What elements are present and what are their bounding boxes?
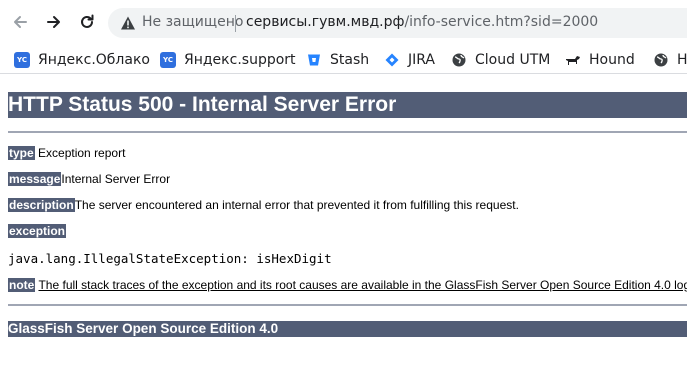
page-title: HTTP Status 500 - Internal Server Error [8,92,687,118]
type-label: type [8,146,35,160]
yandex-cloud-icon: YC [14,52,30,68]
browser-toolbar: Не защищено сервисы.гувм.мвд.рф/info-ser… [0,0,687,46]
bookmark-label: Cloud UTM [475,52,551,68]
forward-arrow-icon [47,16,60,28]
description-label: description [8,198,75,212]
back-button[interactable] [9,11,31,33]
exception-label: exception [8,224,67,238]
forward-button[interactable] [43,11,65,33]
message-label: message [8,172,62,186]
bookmark-yandex-support[interactable]: YC Яндекс.support [160,49,296,71]
url-path: /info-service.htm?sid=2000 [404,14,599,30]
bookmark-label: JIRA [408,52,435,68]
type-value: Exception report [38,146,126,160]
reload-button[interactable] [76,11,98,33]
globe-icon [653,52,669,68]
bookmark-h[interactable]: H [653,49,687,71]
note-label: note [8,278,36,292]
page-content: HTTP Status 500 - Internal Server Error … [0,75,687,380]
server-footer: GlassFish Server Open Source Edition 4.0 [8,321,687,337]
bookmark-label: Stash [330,52,370,68]
security-status-label[interactable]: Не защищено [142,14,243,30]
reload-icon [81,14,94,28]
bookmark-stash[interactable]: Stash [306,49,369,71]
type-row: type Exception report [8,146,125,160]
url-text[interactable]: сервисы.гувм.мвд.рф/info-service.htm?sid… [246,14,598,30]
description-value: The server encountered an internal error… [74,198,519,212]
bitbucket-icon [306,52,322,68]
jira-icon [384,52,400,68]
address-divider [235,15,236,32]
yandex-cloud-icon: YC [160,52,176,68]
globe-icon [451,52,467,68]
message-row: messageInternal Server Error [8,172,170,186]
note-value: The full stack traces of the exception a… [38,278,687,292]
divider [8,131,687,133]
message-value: Internal Server Error [61,172,171,186]
bookmark-jira[interactable]: JIRA [384,49,435,71]
bookmark-cloud-utm[interactable]: Cloud UTM [451,49,550,71]
exception-row: exception [8,224,67,238]
address-bar[interactable]: Не защищено сервисы.гувм.мвд.рф/info-ser… [108,8,687,38]
bookmark-label: Яндекс.Облако [38,52,150,68]
bookmark-label: Яндекс.support [184,52,296,68]
bookmark-label: Hound [589,52,635,68]
description-row: descriptionThe server encountered an int… [8,198,519,212]
hound-dog-icon [565,52,581,68]
bookmark-yandex-cloud[interactable]: YC Яндекс.Облако [14,49,150,71]
back-arrow-icon [14,16,27,28]
exception-message: java.lang.IllegalStateException: isHexDi… [8,251,332,266]
warning-triangle-icon[interactable] [120,15,136,31]
bookmark-label: H [677,52,687,68]
note-row: note The full stack traces of the except… [8,278,687,292]
bookmark-hound[interactable]: Hound [565,49,635,71]
divider [8,304,687,306]
url-host: сервисы.гувм.мвд.рф [246,14,405,30]
bookmarks-bar: YC Яндекс.Облако YC Яндекс.support Stash… [0,46,687,74]
